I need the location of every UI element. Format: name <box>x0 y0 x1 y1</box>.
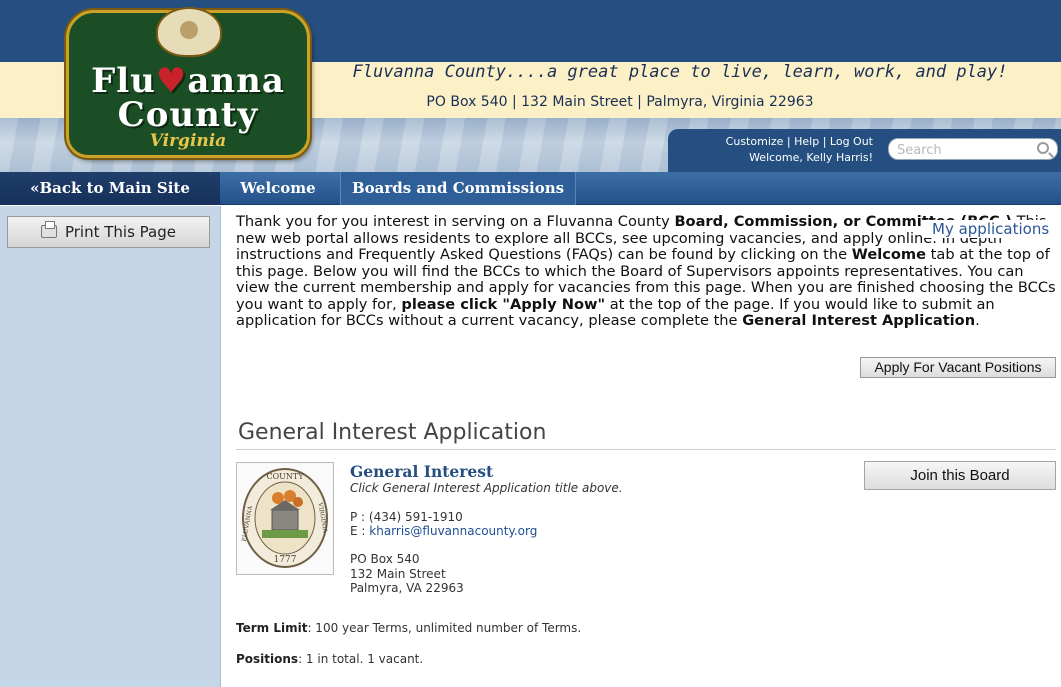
link-separator: | <box>819 135 830 148</box>
search-icon[interactable] <box>1037 142 1049 154</box>
user-panel: Customize | Help | Log Out Welcome, Kell… <box>668 129 1061 172</box>
print-page-label: Print This Page <box>64 223 176 241</box>
main-navbar: «Back to Main Site Welcome Boards and Co… <box>0 172 1061 205</box>
county-seal-icon: COUNTY 1777 FLUVANNA VIRGINIA <box>241 468 329 568</box>
join-board-button[interactable]: Join this Board <box>864 461 1056 490</box>
welcome-user-text: Welcome, Kelly Harris! <box>749 151 873 164</box>
term-limit: Term Limit: 100 year Terms, unlimited nu… <box>236 621 582 635</box>
svg-text:1777: 1777 <box>274 555 297 565</box>
board-email: E : kharris@fluvannacounty.org <box>350 524 538 538</box>
section-title: General Interest Application <box>238 420 547 445</box>
print-page-button[interactable]: Print This Page <box>7 216 210 248</box>
search-box <box>888 138 1058 160</box>
tab-boards-and-commissions[interactable]: Boards and Commissions <box>340 172 576 205</box>
logo-text-line3: Virginia <box>149 131 227 151</box>
section-divider <box>236 449 1056 450</box>
sidebar: Print This Page <box>0 206 221 687</box>
search-input[interactable] <box>897 141 1027 159</box>
board-email-link[interactable]: kharris@fluvannacounty.org <box>369 524 537 538</box>
site-address: PO Box 540 | 132 Main Street | Palmyra, … <box>426 94 814 110</box>
my-applications-link[interactable]: My applications <box>922 220 1050 238</box>
logo-seal-icon <box>156 7 222 57</box>
logo-text-line2: County <box>117 95 259 135</box>
county-logo[interactable]: Flu♥anna County Virginia <box>66 7 310 158</box>
board-address: PO Box 540 132 Main Street Palmyra, VA 2… <box>350 552 464 595</box>
customize-link[interactable]: Customize <box>726 135 784 148</box>
help-link[interactable]: Help <box>794 135 819 148</box>
board-subtitle: Click General Interest Application title… <box>350 481 623 495</box>
link-separator: | <box>783 135 795 148</box>
site-tagline: Fluvanna County....a great place to live… <box>352 62 1008 82</box>
tab-welcome[interactable]: Welcome <box>228 172 328 205</box>
board-phone: P : (434) 591-1910 <box>350 510 463 524</box>
user-links: Customize | Help | Log Out <box>708 133 873 151</box>
positions-info: Positions: 1 in total. 1 vacant. <box>236 652 424 666</box>
apply-vacant-positions-button[interactable]: Apply For Vacant Positions <box>860 357 1056 378</box>
board-title-link[interactable]: General Interest <box>350 462 493 481</box>
svg-text:COUNTY: COUNTY <box>266 472 304 481</box>
back-to-main-site-link[interactable]: «Back to Main Site <box>0 172 220 205</box>
county-seal-image: COUNTY 1777 FLUVANNA VIRGINIA <box>236 462 334 575</box>
printer-icon <box>40 221 57 238</box>
logout-link[interactable]: Log Out <box>830 135 873 148</box>
